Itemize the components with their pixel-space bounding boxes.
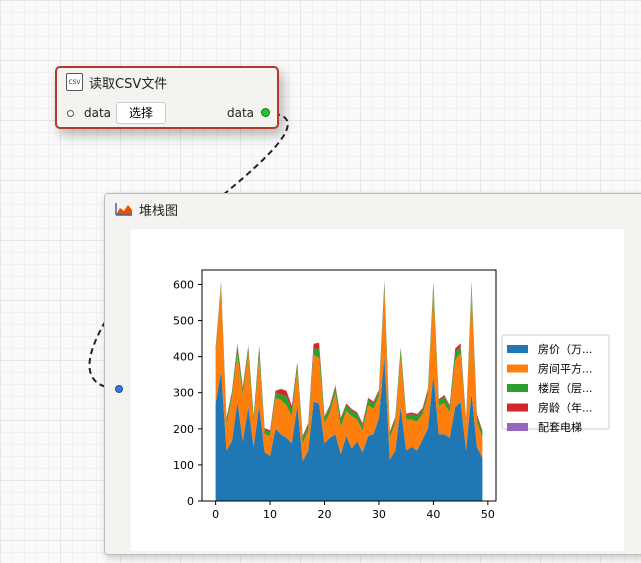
x-tick-label: 30: [372, 508, 386, 521]
legend-swatch-4: [507, 403, 528, 412]
legend-swatch-1: [507, 345, 528, 353]
legend-label-1: 房价（万...: [538, 343, 593, 356]
area-chart-icon: [115, 203, 132, 216]
y-tick-label: 500: [173, 315, 194, 328]
y-tick-label: 400: [173, 351, 194, 364]
legend-label-2: 房间平方...: [538, 362, 593, 376]
csv-input-label: data: [84, 106, 112, 120]
stackplot-node[interactable]: 堆栈图 0 100 200 300 400 500 600 0 10 20 30 40 50 房价（万..…: [104, 193, 641, 555]
y-tick-label: 600: [173, 278, 194, 291]
legend-label-5: 配套电梯: [538, 421, 582, 434]
x-tick-label: 0: [212, 508, 219, 521]
x-tick-label: 20: [318, 508, 332, 521]
chart-panel: 0 100 200 300 400 500 600 0 10 20 30 40 50 房价（万... 房间平…: [131, 229, 624, 551]
csv-reader-node[interactable]: CSV 读取CSV文件 data 选择 data: [55, 66, 279, 129]
y-tick-label: 0: [187, 495, 194, 508]
legend-swatch-3: [507, 384, 528, 392]
chart-input-port[interactable]: [115, 385, 123, 393]
select-file-button[interactable]: 选择: [116, 102, 166, 124]
csv-node-header[interactable]: CSV 读取CSV文件: [57, 68, 277, 96]
x-tick-label: 40: [426, 508, 440, 521]
y-tick-label: 100: [173, 459, 194, 472]
csv-file-icon: CSV: [66, 73, 83, 91]
csv-node-title: 读取CSV文件: [89, 76, 168, 92]
legend-label-4: 房龄（年...: [538, 401, 593, 415]
chart-node-header[interactable]: 堆栈图: [105, 194, 641, 224]
x-tick-label: 50: [481, 508, 495, 521]
csv-output-port[interactable]: [261, 108, 270, 117]
legend-swatch-5: [507, 423, 528, 431]
y-tick-label: 300: [173, 387, 194, 400]
legend-swatch-2: [507, 364, 528, 373]
stacked-area-chart: 0 100 200 300 400 500 600 0 10 20 30 40 50 房价（万... 房间平…: [173, 269, 610, 521]
csv-input-port[interactable]: [67, 109, 74, 117]
chart-node-title: 堆栈图: [139, 203, 179, 219]
legend-label-3: 楼层（层...: [538, 381, 593, 395]
x-tick-label: 10: [263, 508, 277, 521]
y-tick-label: 200: [173, 423, 194, 436]
csv-output-label: data: [227, 106, 255, 120]
